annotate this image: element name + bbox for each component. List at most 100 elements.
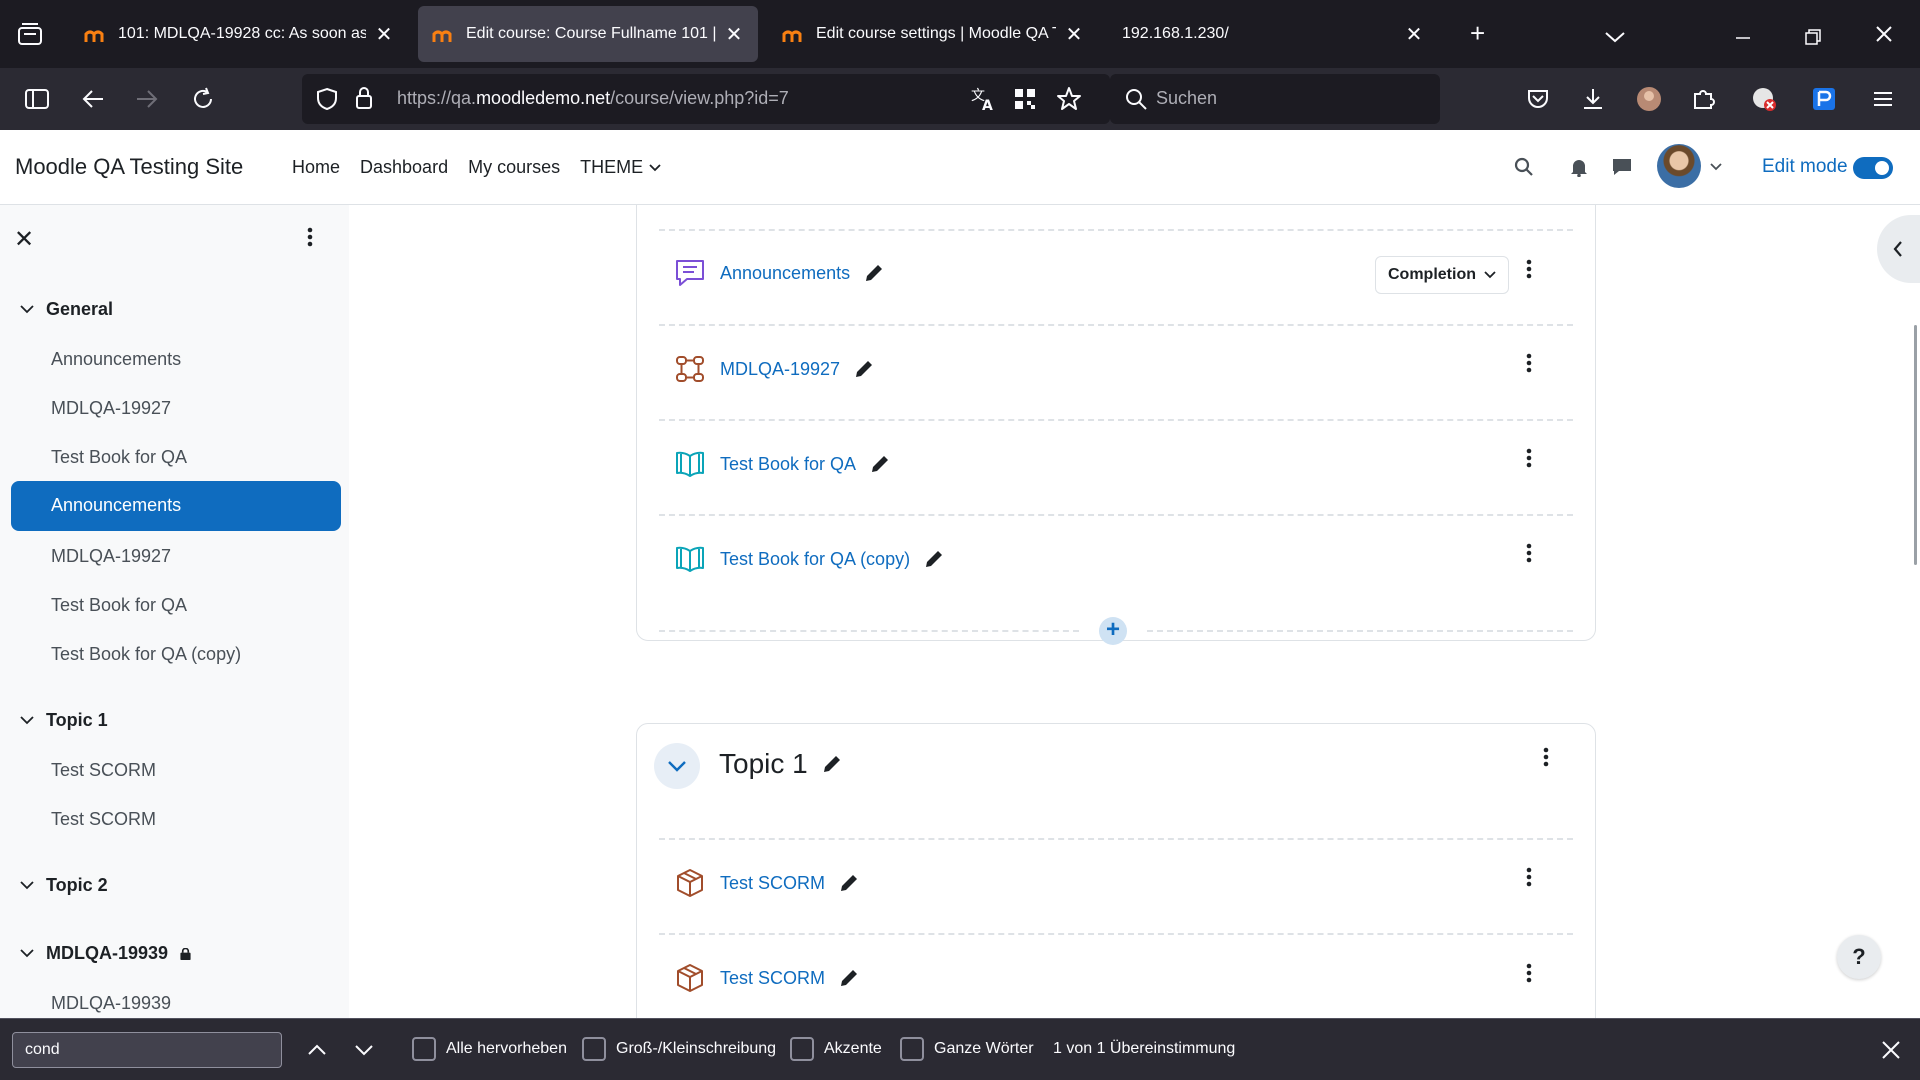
app-menu-icon[interactable] xyxy=(1866,82,1900,116)
bookmark-star-icon[interactable] xyxy=(1056,86,1082,117)
edit-section-title-pencil-icon[interactable] xyxy=(822,754,842,774)
activity-link[interactable]: Announcements xyxy=(720,263,850,284)
back-arrow-icon[interactable] xyxy=(76,82,110,116)
course-index-item[interactable]: Test Book for QA xyxy=(51,447,187,468)
find-next-chevron-down-icon[interactable] xyxy=(350,1037,378,1063)
edit-title-pencil-icon[interactable] xyxy=(839,968,859,988)
activity-actions-kebab-icon[interactable] xyxy=(1519,865,1539,889)
chevron-down-icon[interactable] xyxy=(20,305,34,314)
section-actions-kebab-icon[interactable] xyxy=(1536,745,1556,769)
edit-title-pencil-icon[interactable] xyxy=(854,359,874,379)
activity-actions-kebab-icon[interactable] xyxy=(1519,351,1539,375)
close-tab-icon[interactable]: ✕ xyxy=(1404,22,1424,47)
find-input[interactable]: cond xyxy=(12,1032,282,1068)
activity-link[interactable]: Test SCORM xyxy=(720,873,825,894)
course-index-section-general[interactable]: General xyxy=(20,299,113,320)
qr-code-icon[interactable] xyxy=(1014,88,1036,115)
course-index-item[interactable]: Test SCORM xyxy=(51,760,156,781)
url-bar[interactable]: https://qa.moodledemo.net/course/view.ph… xyxy=(302,74,1110,124)
chevron-down-icon[interactable] xyxy=(20,716,34,725)
reload-icon[interactable] xyxy=(186,82,220,116)
notifications-bell-icon[interactable] xyxy=(1564,152,1594,182)
help-button[interactable]: ? xyxy=(1837,935,1881,979)
match-case-checkbox[interactable]: Groß-/Kleinschreibung xyxy=(582,1037,776,1061)
user-menu-chevron-down-icon[interactable] xyxy=(1701,152,1731,182)
lock-icon[interactable] xyxy=(354,86,374,115)
course-index-section-mdlqa-19939[interactable]: MDLQA-19939 xyxy=(20,943,191,964)
checkbox-box[interactable] xyxy=(582,1037,606,1061)
whole-words-checkbox[interactable]: Ganze Wörter xyxy=(900,1037,1034,1061)
course-index-section-topic-1[interactable]: Topic 1 xyxy=(20,710,108,731)
new-tab-icon[interactable]: + xyxy=(1470,20,1485,46)
chevron-down-icon[interactable] xyxy=(20,949,34,958)
browser-tab-4[interactable]: 192.168.1.230/ ✕ xyxy=(1108,6,1438,62)
minimize-window-icon[interactable] xyxy=(1734,22,1752,48)
edit-title-pencil-icon[interactable] xyxy=(870,454,890,474)
close-tab-icon[interactable]: ✕ xyxy=(724,22,744,47)
messages-icon[interactable] xyxy=(1607,152,1637,182)
site-name[interactable]: Moodle QA Testing Site xyxy=(15,154,243,180)
checkbox-box[interactable] xyxy=(790,1037,814,1061)
edit-title-pencil-icon[interactable] xyxy=(864,263,884,283)
account-avatar-icon[interactable] xyxy=(1632,82,1666,116)
browser-tab-1[interactable]: 101: MDLQA-19928 cc: As soon as we l ✕ xyxy=(70,6,408,62)
nav-dashboard[interactable]: Dashboard xyxy=(360,157,448,178)
shield-icon[interactable] xyxy=(316,87,338,116)
checkbox-box[interactable] xyxy=(412,1037,436,1061)
activity-link[interactable]: Test Book for QA (copy) xyxy=(720,549,910,570)
course-index-item[interactable]: MDLQA-19927 xyxy=(51,546,171,567)
course-index-item[interactable]: Test SCORM xyxy=(51,809,156,830)
pocket-icon[interactable] xyxy=(1521,82,1555,116)
forward-arrow-icon[interactable] xyxy=(130,82,164,116)
course-index-section-topic-2[interactable]: Topic 2 xyxy=(20,875,108,896)
course-index-item[interactable]: MDLQA-19939 xyxy=(51,993,171,1014)
page-scrollbar[interactable] xyxy=(1914,325,1917,565)
downloads-icon[interactable] xyxy=(1576,82,1610,116)
url-text[interactable]: https://qa.moodledemo.net/course/view.ph… xyxy=(397,88,789,109)
search-bar[interactable]: Suchen xyxy=(1110,74,1440,124)
browser-tab-2[interactable]: Edit course: Course Fullname 101 | Moo ✕ xyxy=(418,6,758,62)
close-window-icon[interactable] xyxy=(1874,22,1894,48)
completion-dropdown[interactable]: Completion xyxy=(1375,256,1509,294)
edit-title-pencil-icon[interactable] xyxy=(924,549,944,569)
close-tab-icon[interactable]: ✕ xyxy=(1064,22,1084,47)
nav-my-courses[interactable]: My courses xyxy=(468,157,560,178)
course-index-item-active[interactable]: Announcements xyxy=(11,481,341,531)
highlight-all-checkbox[interactable]: Alle hervorheben xyxy=(412,1037,567,1061)
checkbox-box[interactable] xyxy=(900,1037,924,1061)
add-activity-plus-icon[interactable]: + xyxy=(1099,617,1127,645)
tab-overview-icon[interactable] xyxy=(14,20,46,48)
close-find-bar-icon[interactable] xyxy=(1876,1035,1906,1065)
activity-actions-kebab-icon[interactable] xyxy=(1519,541,1539,565)
translate-icon[interactable]: 文A xyxy=(970,86,996,117)
extensions-puzzle-icon[interactable] xyxy=(1686,82,1720,116)
browser-tab-3[interactable]: Edit course settings | Moodle QA Testin … xyxy=(768,6,1098,62)
nav-home[interactable]: Home xyxy=(292,157,340,178)
close-tab-icon[interactable]: ✕ xyxy=(374,22,394,47)
course-index-item[interactable]: MDLQA-19927 xyxy=(51,398,171,419)
open-block-drawer-button[interactable] xyxy=(1877,215,1920,283)
match-diacritics-checkbox[interactable]: Akzente xyxy=(790,1037,882,1061)
list-all-tabs-icon[interactable] xyxy=(1604,22,1626,48)
course-index-item[interactable]: Announcements xyxy=(51,349,181,370)
search-icon[interactable] xyxy=(1509,152,1539,182)
activity-actions-kebab-icon[interactable] xyxy=(1519,446,1539,470)
close-drawer-icon[interactable]: ✕ xyxy=(14,225,34,254)
nav-theme-dropdown[interactable]: THEME xyxy=(580,157,661,178)
course-index-item[interactable]: Test Book for QA xyxy=(51,595,187,616)
activity-actions-kebab-icon[interactable] xyxy=(1519,961,1539,985)
edit-mode-toggle[interactable] xyxy=(1853,157,1893,179)
edit-title-pencil-icon[interactable] xyxy=(839,873,859,893)
course-index-options-icon[interactable] xyxy=(307,227,313,252)
reader-extension-icon[interactable] xyxy=(1807,82,1841,116)
sidebar-toggle-icon[interactable] xyxy=(20,82,54,116)
find-previous-chevron-up-icon[interactable] xyxy=(303,1037,331,1063)
restore-window-icon[interactable] xyxy=(1804,24,1822,50)
activity-link[interactable]: Test SCORM xyxy=(720,968,825,989)
activity-link[interactable]: MDLQA-19927 xyxy=(720,359,840,380)
collapse-section-chevron-icon[interactable] xyxy=(654,743,700,789)
chevron-down-icon[interactable] xyxy=(20,881,34,890)
course-index-item[interactable]: Test Book for QA (copy) xyxy=(51,644,241,665)
activity-link[interactable]: Test Book for QA xyxy=(720,454,856,475)
activity-actions-kebab-icon[interactable] xyxy=(1519,257,1539,281)
